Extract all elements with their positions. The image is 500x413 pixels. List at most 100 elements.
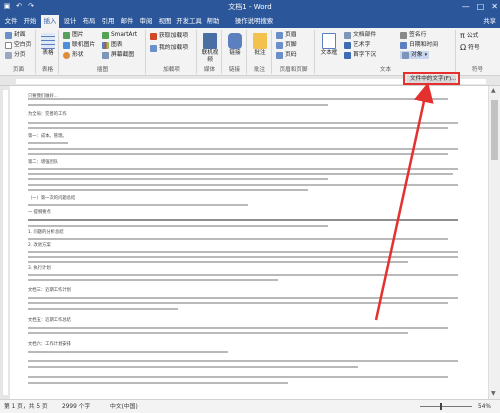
doc-text-line (28, 376, 448, 378)
video-icon (203, 33, 217, 49)
links-button[interactable]: 链接 (224, 33, 246, 57)
share-button[interactable]: 共享 (483, 16, 496, 26)
doc-text-line (28, 297, 458, 299)
online-video-button[interactable]: 联机视频 (199, 33, 221, 64)
page-break-button[interactable]: 分页 (5, 51, 26, 59)
signature-line-button[interactable]: 签名行 (400, 31, 426, 39)
doc-text-line (28, 142, 68, 144)
doc-text-line (28, 148, 458, 150)
header-label: 页眉 (285, 32, 297, 38)
link-icon (228, 33, 242, 49)
signature-line-label: 签名行 (409, 32, 427, 38)
doc-line: 一 提纲要点 (28, 210, 51, 215)
tab-layout[interactable]: 布局 (81, 15, 97, 28)
cover-page-icon (5, 31, 12, 39)
cover-page-button[interactable]: 封面 (5, 31, 26, 39)
smartart-icon (102, 31, 109, 39)
page-number-button[interactable]: 页码 (276, 51, 297, 59)
maximize-button[interactable]: □ (477, 1, 485, 12)
doc-text-line (28, 104, 328, 106)
word-count[interactable]: 2999 个字 (62, 403, 90, 411)
tab-review[interactable]: 审阅 (138, 15, 154, 28)
quick-parts-button[interactable]: 文档部件 (344, 31, 376, 39)
header-button[interactable]: 页眉 (276, 31, 297, 39)
blank-page-icon (5, 41, 12, 49)
text-from-file-label: 文件中的文字(F)... (407, 75, 456, 83)
doc-text-line (28, 225, 328, 227)
doc-text-line (28, 189, 308, 191)
doc-text-line (28, 327, 448, 329)
page-indicator[interactable]: 第 1 页，共 5 页 (4, 403, 48, 411)
date-time-button[interactable]: 日期和时间 (400, 41, 438, 49)
tab-help[interactable]: 帮助 (205, 15, 221, 28)
scroll-down-icon[interactable]: ▼ (491, 391, 496, 397)
object-button[interactable]: 对象 ▾ (400, 51, 430, 59)
object-icon (402, 51, 409, 59)
doc-text-line (28, 332, 408, 334)
language-indicator[interactable]: 中文(中国) (110, 403, 138, 411)
drop-cap-button[interactable]: 首字下沉 (344, 51, 376, 59)
doc-text-line (28, 122, 458, 124)
group-label-comments: 批注 (253, 67, 266, 73)
comment-label: 批注 (254, 50, 266, 56)
signature-icon (400, 31, 407, 39)
blank-page-button[interactable]: 空白页 (5, 41, 31, 49)
group-label-links: 链接 (228, 67, 241, 73)
group-header-footer: 页眉 页脚 页码 页眉和页脚 (273, 30, 315, 74)
pictures-button[interactable]: 图片 (63, 31, 84, 39)
tab-file[interactable]: 文件 (3, 15, 19, 28)
screenshot-icon (102, 51, 109, 59)
minimize-button[interactable]: — (462, 1, 470, 12)
comment-button[interactable]: 批注 (249, 33, 271, 57)
textbox-button[interactable]: 文本框 (318, 33, 340, 57)
wordart-button[interactable]: 艺术字 (344, 41, 370, 49)
zoom-slider-knob[interactable] (440, 403, 442, 410)
picture-icon (63, 31, 70, 39)
vertical-scrollbar[interactable]: ▲ ▼ (488, 86, 500, 399)
screenshot-button[interactable]: 屏幕截图 (102, 51, 134, 59)
tab-design[interactable]: 设计 (62, 15, 78, 28)
shapes-label: 形状 (72, 52, 84, 58)
my-addins-button[interactable]: 我的加载项 (150, 44, 188, 52)
tab-view[interactable]: 视图 (157, 15, 173, 28)
blank-page-label: 空白页 (14, 42, 32, 48)
equation-button[interactable]: π 公式 (460, 32, 478, 40)
header-icon (276, 31, 283, 39)
tab-references[interactable]: 引用 (100, 15, 116, 28)
scroll-up-icon[interactable]: ▲ (491, 88, 496, 94)
get-addins-button[interactable]: 获取加载项 (150, 32, 188, 40)
document-page[interactable]: 只要我们做好... 为全局：完善的工作 第一：成本。管理。 第二：增强团队 （一… (10, 86, 488, 399)
page-number-label: 页码 (285, 52, 297, 58)
zoom-level[interactable]: 54% (478, 403, 491, 411)
footer-label: 页脚 (285, 42, 297, 48)
doc-text-line (28, 204, 248, 206)
smartart-button[interactable]: SmartArt (102, 31, 137, 39)
tell-me-search[interactable]: 操作说明搜索 (224, 15, 284, 28)
tab-developer[interactable]: 开发工具 (176, 15, 202, 28)
symbol-button[interactable]: Ω 符号 (460, 44, 480, 52)
online-pictures-button[interactable]: 联机图片 (63, 41, 95, 49)
doc-text-line (28, 256, 458, 258)
table-button[interactable]: 表格 (37, 33, 59, 57)
doc-line: 1. 问题的分析总结 (28, 230, 64, 235)
doc-text-line (28, 168, 458, 170)
tab-insert[interactable]: 插入 (41, 15, 59, 28)
tab-mailings[interactable]: 邮件 (119, 15, 135, 28)
textbox-label: 文本框 (320, 50, 338, 56)
doc-text-line (28, 251, 458, 253)
text-from-file-menu-item[interactable]: 文件中的文字(F)... (403, 72, 460, 85)
shapes-button[interactable]: 形状 (63, 51, 84, 59)
doc-text-line (28, 219, 458, 221)
group-media: 联机视频 媒体 (198, 30, 222, 74)
close-button[interactable]: ✕ (491, 1, 498, 12)
doc-text-line (28, 302, 448, 304)
drop-cap-icon (344, 51, 351, 59)
footer-button[interactable]: 页脚 (276, 41, 297, 49)
page-break-icon (5, 51, 12, 59)
wordart-label: 艺术字 (353, 42, 371, 48)
scrollbar-thumb[interactable] (491, 100, 498, 160)
tab-home[interactable]: 开始 (22, 15, 38, 28)
zoom-slider[interactable] (420, 406, 472, 407)
doc-text-line (28, 308, 178, 310)
chart-button[interactable]: 图表 (102, 41, 123, 49)
